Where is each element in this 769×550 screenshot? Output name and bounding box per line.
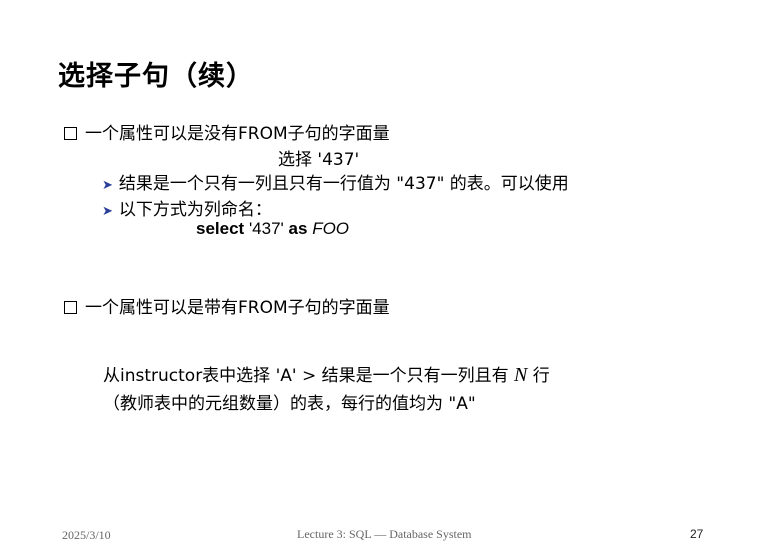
footer-lecture-title: Lecture 3: SQL — Database System xyxy=(297,527,472,541)
sub-bullet-2-text: 以下方式为列命名： xyxy=(118,200,272,220)
sql-code-example: select '437' as FOO xyxy=(196,219,349,239)
math-variable-n: N xyxy=(514,364,528,386)
bullet-item-1-text: 一个属性可以是没有FROM子句的字面量 xyxy=(85,124,390,144)
arrow-bullet-icon: ➤ xyxy=(102,204,113,219)
greater-than-symbol: > xyxy=(301,366,317,386)
keyword-as: as xyxy=(288,219,308,238)
code-alias: FOO xyxy=(312,219,350,238)
footer-date: 2025/3/10 xyxy=(62,528,111,542)
bullet-item-2: 一个属性可以是带有FROM子句的字面量 xyxy=(64,293,390,318)
page-number: 27 xyxy=(690,527,704,541)
sub-bullet-1-text: 结果是一个只有一列且只有一行值为 "437" 的表。可以使用 xyxy=(118,174,569,194)
from-clause-suffix: 行 xyxy=(532,366,550,386)
keyword-select: select xyxy=(196,219,245,238)
bullet-item-2-text: 一个属性可以是带有FROM子句的字面量 xyxy=(85,298,390,318)
bullet-item-1: 一个属性可以是没有FROM子句的字面量 xyxy=(64,119,390,144)
literal-select-line: 选择 '437' xyxy=(278,150,360,170)
sub-bullet-2: ➤ 以下方式为列命名： xyxy=(102,195,272,220)
from-clause-line-1: 从instructor表中选择 'A' > 结果是一个只有一列且有 N 行 xyxy=(103,361,550,387)
from-clause-prefix: 从instructor表中选择 'A' xyxy=(103,366,297,386)
arrow-bullet-icon: ➤ xyxy=(102,178,113,193)
slide-title: 选择子句（续） xyxy=(58,61,254,92)
code-literal: '437' xyxy=(248,219,284,238)
sub-bullet-1: ➤ 结果是一个只有一列且只有一行值为 "437" 的表。可以使用 xyxy=(102,169,569,194)
square-bullet-icon xyxy=(64,301,77,314)
square-bullet-icon xyxy=(64,127,77,140)
from-clause-middle: 结果是一个只有一列且有 xyxy=(321,366,509,386)
from-clause-line-2: （教师表中的元组数量）的表，每行的值均为 "A" xyxy=(103,394,476,414)
